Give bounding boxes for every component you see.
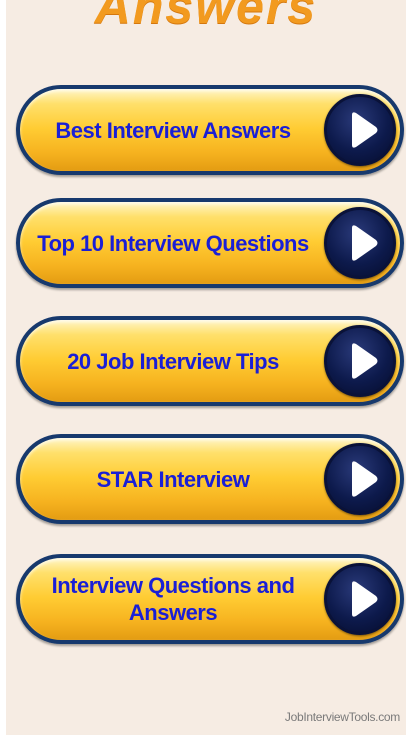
play-arrow-icon bbox=[324, 563, 396, 635]
play-arrow-icon bbox=[324, 94, 396, 166]
interview-questions-and-answers-button[interactable]: Interview Questions and Answers bbox=[16, 554, 404, 644]
play-arrow-icon bbox=[324, 325, 396, 397]
top-10-interview-questions-button[interactable]: Top 10 Interview Questions bbox=[16, 198, 404, 288]
button-label: Best Interview Answers bbox=[55, 117, 291, 143]
button-label: Interview Questions and Answers bbox=[51, 573, 295, 625]
best-interview-answers-button[interactable]: Best Interview Answers bbox=[16, 85, 404, 175]
play-arrow-icon bbox=[324, 443, 396, 515]
button-label: Top 10 Interview Questions bbox=[37, 230, 309, 256]
button-label: 20 Job Interview Tips bbox=[67, 348, 279, 374]
button-label: STAR Interview bbox=[96, 466, 250, 492]
page-container: Answers Best Interview Answers Top 10 In… bbox=[6, 0, 406, 735]
star-interview-button[interactable]: STAR Interview bbox=[16, 434, 404, 524]
20-job-interview-tips-button[interactable]: 20 Job Interview Tips bbox=[16, 316, 404, 406]
site-credit: JobInterviewTools.com bbox=[284, 710, 400, 724]
page-title: Answers bbox=[94, 0, 318, 34]
play-arrow-icon bbox=[324, 207, 396, 279]
